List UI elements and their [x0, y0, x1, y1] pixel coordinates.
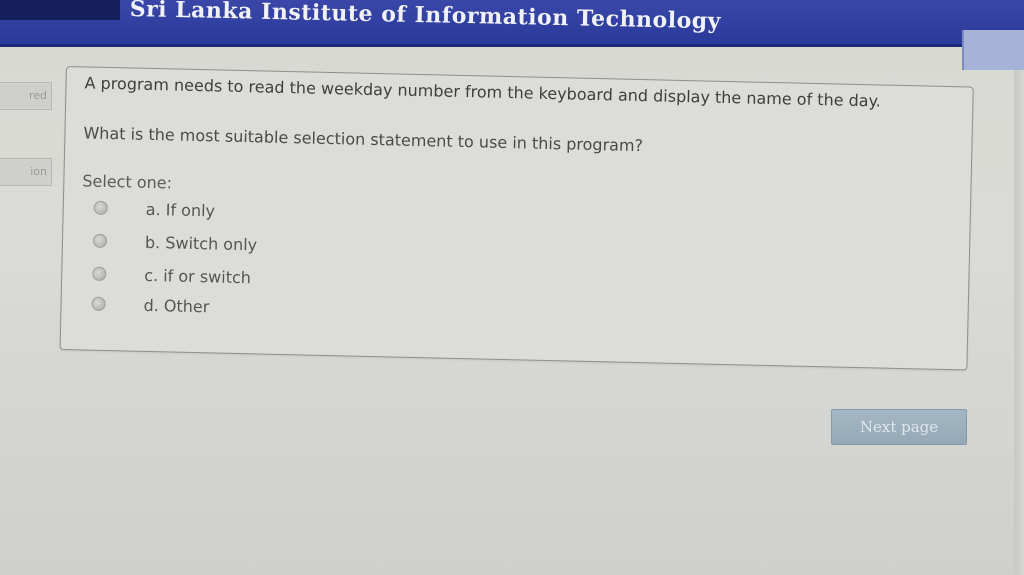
header-corner — [0, 0, 120, 20]
sidebar-tab-question[interactable]: ion — [0, 158, 52, 186]
site-title: Sri Lanka Institute of Information Techn… — [129, 0, 722, 35]
sidebar-tab-flagged[interactable]: red — [0, 82, 52, 110]
select-one-label: Select one: — [82, 171, 173, 193]
logo-icon — [962, 30, 1024, 70]
radio-button[interactable] — [92, 266, 107, 281]
radio-button[interactable] — [93, 200, 108, 215]
radio-button[interactable] — [91, 296, 106, 311]
answer-option-a[interactable]: a. If only — [93, 196, 216, 223]
question-card: A program needs to read the weekday numb… — [59, 66, 974, 371]
answer-option-b[interactable]: b. Switch only — [92, 229, 258, 257]
screen-edge — [1014, 70, 1024, 575]
question-text: A program needs to read the weekday numb… — [84, 73, 882, 111]
site-header: Sri Lanka Institute of Information Techn… — [0, 0, 1024, 70]
next-page-button[interactable]: Next page — [831, 409, 967, 445]
option-label[interactable]: c. if or switch — [144, 265, 251, 286]
option-label[interactable]: a. If only — [146, 199, 216, 220]
answer-option-d[interactable]: d. Other — [91, 292, 210, 319]
option-label[interactable]: b. Switch only — [145, 232, 258, 254]
question-ask: What is the most suitable selection stat… — [83, 123, 644, 156]
option-label[interactable]: d. Other — [143, 295, 209, 315]
answer-option-c[interactable]: c. if or switch — [92, 262, 251, 290]
radio-button[interactable] — [92, 233, 108, 248]
